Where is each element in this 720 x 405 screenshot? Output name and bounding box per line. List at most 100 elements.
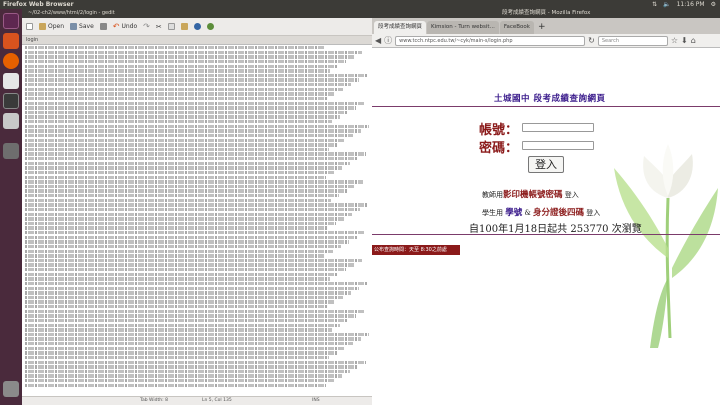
paste-icon [180, 23, 188, 30]
visit-counter: 自100年1月18日起共 253770 次瀏覽 [469, 220, 642, 235]
system-top-bar: Firefox Web Browser ⇅ 🔈 11:16 PM ⚙ [0, 0, 720, 9]
text-editor-icon[interactable] [3, 113, 19, 129]
code-line [25, 360, 366, 364]
active-app-title: Firefox Web Browser [3, 1, 74, 8]
code-line [25, 337, 361, 341]
document-tab[interactable]: login [22, 36, 372, 45]
tab-facebook[interactable]: FaceBook [499, 21, 534, 34]
code-line [25, 50, 362, 55]
code-line [25, 291, 351, 295]
cut-icon: ✂ [155, 22, 162, 31]
code-line [25, 346, 345, 351]
back-icon[interactable]: ◀ [375, 35, 381, 47]
new-tab-icon[interactable]: + [535, 21, 549, 34]
save-button[interactable]: Save [70, 23, 94, 30]
code-line [25, 120, 332, 124]
copy-button[interactable] [167, 23, 175, 30]
gedit-titlebar: ~/02-ch2/www/html/2/login - gedit [22, 9, 372, 18]
info-icon[interactable]: ⓘ [384, 35, 392, 47]
redo-button[interactable]: ↷ [143, 22, 150, 31]
new-document-button[interactable] [26, 23, 33, 30]
volume-icon[interactable]: 🔈 [663, 0, 670, 9]
replace-icon [206, 23, 214, 30]
print-button[interactable] [99, 23, 107, 30]
student-hint-prefix: 學生用 [482, 209, 503, 217]
page-title: 土城國中 段考成績查詢網頁 [494, 94, 606, 104]
office-writer-icon[interactable] [3, 73, 19, 89]
cut-button[interactable]: ✂ [156, 23, 162, 31]
login-button[interactable]: 登入 [528, 156, 564, 173]
url-input[interactable]: www.tcch.ntpc.edu.tw/~cyk/main-s/login.p… [395, 35, 586, 46]
code-line [25, 46, 325, 50]
gedit-statusbar: Tab Width: 8 Ln 5, Col 135 INS [22, 396, 372, 405]
files-icon[interactable] [3, 33, 19, 49]
system-tray: ⇅ 🔈 11:16 PM ⚙ [652, 0, 716, 9]
code-line [25, 258, 362, 263]
password-input[interactable] [522, 141, 594, 150]
replace-button[interactable] [206, 23, 214, 30]
insert-mode: INS [312, 398, 320, 403]
code-line [25, 180, 363, 184]
paste-button[interactable] [180, 23, 188, 30]
code-line [25, 365, 358, 369]
undo-icon: ↶ [112, 22, 120, 31]
code-line [25, 305, 327, 309]
downloads-icon[interactable]: ⬇ [681, 35, 688, 47]
tab-width-selector[interactable]: Tab Width: 8 [140, 397, 168, 405]
code-line [25, 295, 343, 300]
code-line [25, 328, 332, 332]
home-icon[interactable]: ⌂ [691, 35, 696, 47]
gedit-toolbar: Open Save ↶ Undo ↷ ✂ [22, 18, 372, 36]
open-button[interactable]: Open [39, 23, 64, 30]
code-line [25, 351, 337, 355]
code-line [25, 263, 354, 267]
code-line [25, 249, 333, 253]
web-page-content: 土城國中 段考成績查詢網頁 帳號： 密碼： 登入 教師用影印機帳號密碼 登入 學… [372, 48, 720, 396]
search-input[interactable]: Search [597, 35, 668, 46]
code-line [25, 143, 337, 147]
code-line [25, 124, 369, 129]
code-line [25, 272, 338, 277]
firefox-titlebar: 段考成績查詢網頁 - Mozilla Firefox [372, 9, 720, 18]
bookmark-star-icon[interactable]: ☆ [671, 35, 678, 47]
clock[interactable]: 11:16 PM [677, 0, 705, 9]
code-line [25, 323, 340, 327]
code-line [25, 152, 366, 156]
dash-home-icon[interactable] [3, 13, 19, 29]
code-line [25, 78, 359, 82]
trash-icon[interactable] [3, 381, 19, 397]
code-line [25, 207, 360, 212]
code-line [25, 106, 356, 110]
undo-label: Undo [121, 23, 138, 30]
teacher-hint-bold: 影印機帳號密碼 [503, 190, 563, 200]
code-line [25, 244, 341, 249]
system-settings-icon[interactable] [3, 143, 19, 159]
student-hint-mid: & [524, 209, 533, 217]
account-label: 帳號： [479, 123, 519, 138]
code-line [25, 64, 338, 68]
code-line [25, 96, 327, 101]
code-line [25, 355, 329, 360]
copy-icon [167, 23, 175, 30]
code-line [25, 379, 334, 383]
settings-gear-icon[interactable]: ⚙ [711, 0, 716, 9]
code-line [25, 226, 328, 230]
student-hint-suffix: 登入 [586, 209, 601, 217]
reload-icon[interactable]: ↻ [588, 35, 595, 47]
code-line [25, 157, 358, 161]
tab-kimsion[interactable]: Kimsion - Turn websit... [427, 21, 499, 34]
network-icon[interactable]: ⇅ [652, 0, 657, 9]
undo-button[interactable]: ↶ Undo [113, 22, 137, 31]
code-line [25, 161, 350, 166]
code-line [25, 300, 335, 304]
code-editor-area[interactable] [22, 46, 372, 396]
code-line [25, 374, 342, 378]
code-line [25, 332, 369, 337]
find-button[interactable] [193, 23, 201, 30]
tab-grade-query[interactable]: 段考成績查詢網頁 [374, 21, 427, 34]
divider-bottom [372, 234, 720, 235]
redo-icon: ↷ [143, 22, 150, 31]
firefox-icon[interactable] [3, 53, 19, 69]
account-input[interactable] [522, 123, 594, 132]
terminal-icon[interactable] [3, 93, 19, 109]
